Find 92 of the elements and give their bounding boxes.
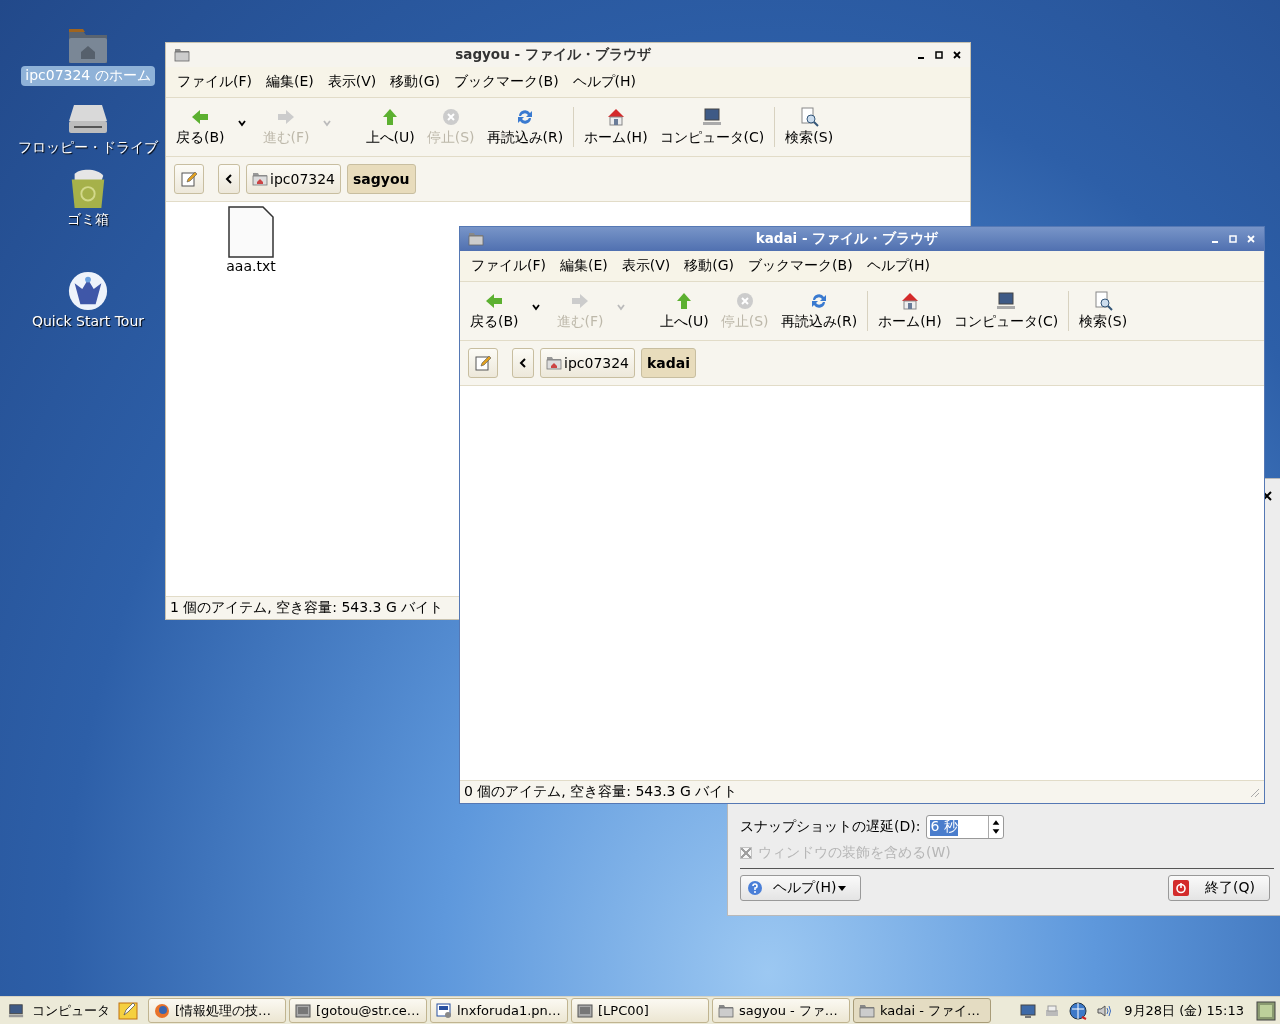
path-scroll-button[interactable]	[218, 164, 240, 194]
search-icon	[1093, 291, 1114, 311]
image-icon	[436, 1002, 452, 1019]
close-icon[interactable]	[1262, 491, 1272, 501]
taskbar-button[interactable]: lnxforuda1.pn…	[430, 998, 568, 1023]
toolbar-button[interactable]: 上へ(U)	[653, 291, 715, 331]
folder-icon	[174, 48, 190, 62]
toolbar-button[interactable]: 検索(S)	[779, 107, 840, 147]
toolbar-button[interactable]: 再読込み(R)	[774, 291, 864, 331]
toolbar-button[interactable]: 戻る(B)	[464, 291, 525, 331]
caret-icon	[838, 885, 847, 891]
search-icon	[799, 107, 820, 127]
desktop-icon-label[interactable]: フロッピー・ドライブ	[14, 138, 162, 158]
computer-icon	[8, 1002, 24, 1019]
toolbar-button[interactable]: コンピュータ(C)	[947, 291, 1065, 331]
file-name[interactable]: aaa.txt	[226, 258, 276, 274]
edit-location-button[interactable]	[468, 348, 498, 378]
taskbar-button[interactable]: sagyou - ファ…	[712, 998, 850, 1023]
window-title: sagyou - ファイル・ブラウザ	[454, 46, 652, 64]
taskbar-button[interactable]: [情報処理の技…	[148, 998, 286, 1023]
globe-icon[interactable]	[1068, 1000, 1089, 1021]
window-title: kadai - ファイル・ブラウザ	[754, 230, 940, 248]
network-icon[interactable]	[1020, 1002, 1037, 1019]
terminal-icon	[577, 1002, 593, 1019]
pencil-icon	[475, 355, 491, 371]
dialog-button[interactable]: 終了(Q)	[1168, 875, 1270, 901]
chevron-left-icon	[225, 174, 233, 184]
dialog-button[interactable]: ヘルプ(H)	[740, 875, 862, 901]
toolbar-button[interactable]: 検索(S)	[1073, 291, 1134, 331]
delay-spin-field[interactable]: 6 秒	[926, 815, 1005, 839]
computer-icon	[701, 107, 722, 127]
help-icon	[747, 880, 763, 896]
computer-icon	[995, 291, 1016, 311]
home-folder-icon	[252, 171, 268, 187]
toolbar-button[interactable]: 上へ(U)	[359, 107, 421, 147]
menu-item[interactable]: 移動(G)	[679, 257, 740, 275]
path-scroll-button[interactable]	[512, 348, 534, 378]
close-icon[interactable]	[952, 50, 962, 60]
taskbar-button[interactable]: [LPC00]	[571, 998, 709, 1023]
toolbar-button[interactable]: 戻る(B)	[170, 107, 231, 147]
caret-icon[interactable]	[236, 118, 247, 128]
menu-item[interactable]: 編集(E)	[555, 257, 613, 275]
terminal-icon	[295, 1002, 311, 1019]
left-arrow-icon	[190, 107, 211, 127]
caret-icon[interactable]	[530, 302, 541, 312]
document-icon[interactable]	[227, 206, 275, 258]
folder-icon	[468, 232, 484, 246]
path-button[interactable]: ipc07324	[246, 164, 341, 194]
path-button[interactable]: kadai	[641, 348, 697, 378]
menu-item[interactable]: 編集(E)	[261, 73, 319, 91]
menu-item[interactable]: ヘルプ(H)	[567, 73, 642, 91]
power-icon	[1173, 880, 1190, 896]
globe-icon	[154, 1002, 170, 1019]
right-arrow-icon	[570, 291, 590, 311]
right-arrow-icon	[276, 107, 296, 127]
menu-item[interactable]: ブックマーク(B)	[449, 73, 564, 91]
folder-icon	[859, 1002, 875, 1019]
menu-item[interactable]: ブックマーク(B)	[743, 257, 858, 275]
computer-menu[interactable]: コンピュータ	[4, 1001, 114, 1020]
left-arrow-icon	[484, 291, 505, 311]
menu-item[interactable]: 表示(V)	[616, 257, 676, 275]
menu-item[interactable]: 表示(V)	[322, 73, 382, 91]
speaker-icon[interactable]	[1096, 1002, 1113, 1019]
desktop-icon-label[interactable]: ゴミ箱	[63, 210, 113, 230]
notepad-icon[interactable]	[118, 1000, 138, 1021]
taskbar-button[interactable]: [gotou@str.ce…	[289, 998, 427, 1023]
toolbar-button[interactable]: ホーム(H)	[578, 107, 654, 147]
chevron-left-icon	[519, 358, 527, 368]
clock[interactable]: 9月28日 (金) 15:13	[1124, 1001, 1244, 1020]
toolbar-button[interactable]: ホーム(H)	[872, 291, 948, 331]
path-button[interactable]: sagyou	[347, 164, 416, 194]
desktop-icon-label[interactable]: Quick Start Tour	[27, 312, 149, 330]
show-desktop-icon[interactable]	[1256, 1000, 1276, 1021]
maximize-icon[interactable]	[934, 50, 944, 60]
menu-item[interactable]: ヘルプ(H)	[861, 257, 936, 275]
path-button[interactable]: ipc07324	[540, 348, 635, 378]
edit-location-button[interactable]	[174, 164, 204, 194]
home-folder-icon	[546, 355, 562, 371]
stop-icon	[440, 107, 461, 127]
resize-grip-icon[interactable]	[1248, 786, 1260, 798]
toolbar-button[interactable]: 再読込み(R)	[480, 107, 570, 147]
stop-icon	[734, 291, 755, 311]
taskbar-button[interactable]: kadai - ファイ…	[853, 998, 991, 1023]
menu-item[interactable]: 移動(G)	[385, 73, 446, 91]
delay-label: スナップショットの遅延(D):	[740, 818, 921, 836]
status-text: 0 個のアイテム, 空き容量: 543.3 G バイト	[464, 783, 738, 801]
folder-icon	[718, 1002, 734, 1019]
status-text: 1 個のアイテム, 空き容量: 543.3 G バイト	[170, 599, 444, 617]
menu-item[interactable]: ファイル(F)	[466, 257, 551, 275]
toolbar-button[interactable]: コンピュータ(C)	[653, 107, 771, 147]
menu-item[interactable]: ファイル(F)	[172, 73, 257, 91]
pencil-icon	[181, 171, 197, 187]
